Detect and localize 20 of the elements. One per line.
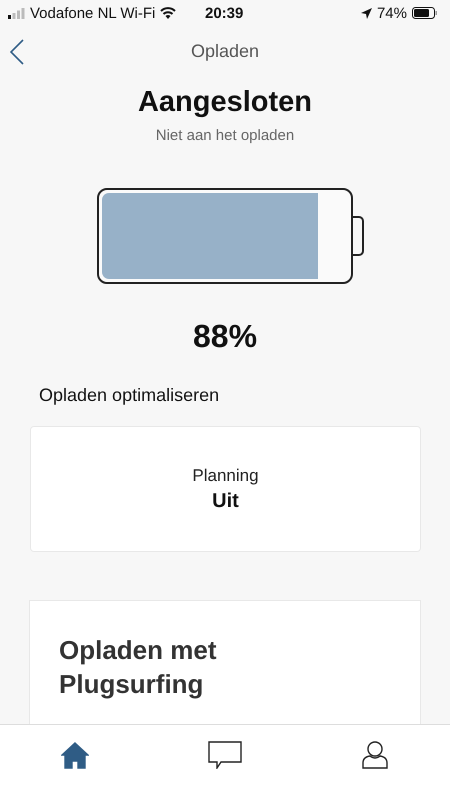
connection-status: Aangesloten [136,86,314,119]
battery-percentage-reading: 88% [192,318,258,355]
chat-bubble-icon [208,741,242,769]
planning-value: Uit [212,490,239,512]
planning-card[interactable]: Planning Uit [30,426,421,552]
charging-status: Niet aan het opladen [154,127,296,144]
wifi-icon [160,7,176,19]
planning-label: Planning [192,466,259,486]
home-icon [61,741,89,769]
battery-icon [412,7,438,19]
back-icon[interactable] [10,39,24,65]
promo-title: Opladen met Plugsurfing [59,634,218,701]
status-time: 20:39 [205,4,244,22]
battery-percentage: 74% [376,4,407,22]
profile-icon [362,741,388,769]
location-arrow-icon [360,8,372,18]
page-title: Opladen [190,40,260,62]
carrier-name: Vodafone NL Wi-Fi [30,4,156,22]
section-title: Opladen optimaliseren [39,385,220,406]
signal-icon [8,8,25,18]
